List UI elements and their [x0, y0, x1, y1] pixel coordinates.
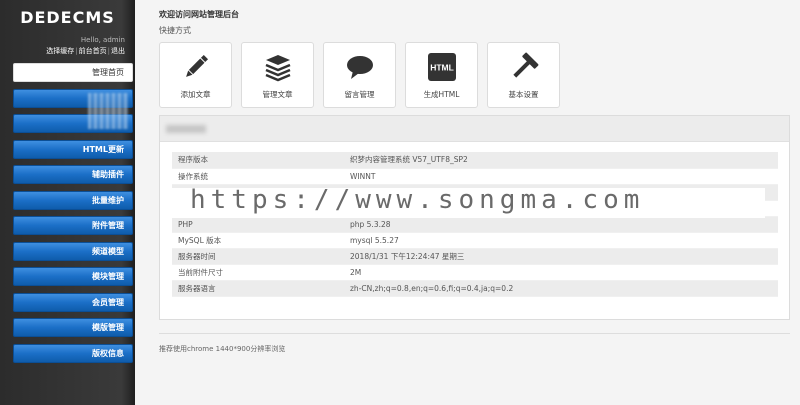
html-icon-text: HTML: [430, 63, 454, 73]
table-row: 操作系统 WINNT: [172, 168, 778, 185]
page-title: 欢迎访问网站管理后台: [159, 10, 239, 19]
info-value: WINNT: [344, 168, 778, 185]
blurred-header-text: [166, 125, 206, 133]
greeting: Hello, admin: [80, 36, 125, 44]
shortcut-messages[interactable]: 留言管理: [323, 42, 396, 108]
shortcut-generate-html[interactable]: HTML 生成HTML: [405, 42, 478, 108]
info-key: 程序版本: [172, 152, 344, 169]
sidebar: DEDECMS Hello, admin 选择缓存|前台首页|退出 管理首页 H…: [0, 0, 135, 405]
menu-item-attachments[interactable]: 附件管理: [13, 216, 133, 235]
info-key: 服务器语言: [172, 280, 344, 297]
info-key: 服务器时间: [172, 248, 344, 265]
info-key: 操作系统: [172, 168, 344, 185]
shortcut-label: 管理文章: [262, 90, 293, 99]
table-row: MySQL 版本 mysql 5.5.27: [172, 232, 778, 249]
menu-item-templates[interactable]: 模版管理: [13, 318, 133, 337]
menu-item-html-update[interactable]: HTML更新: [13, 139, 133, 159]
link-separator: |: [75, 47, 78, 55]
shortcut-label: 留言管理: [344, 90, 375, 99]
info-value: mysql 5.5.27: [344, 232, 778, 249]
speech-bubble-icon: [324, 53, 395, 81]
select-cache-link[interactable]: 选择缓存: [46, 47, 74, 55]
menu-item-members[interactable]: 会员管理: [13, 292, 133, 312]
blur-overlay: [88, 93, 128, 129]
info-key: MySQL 版本: [172, 232, 344, 249]
menu-item-batch[interactable]: 批量维护: [13, 190, 133, 210]
shortcut-manage-articles[interactable]: 管理文章: [241, 42, 314, 108]
shortcut-add-article[interactable]: 添加文章: [159, 42, 232, 108]
hammer-icon: [488, 52, 559, 81]
logo: DEDECMS: [20, 8, 115, 27]
logout-link[interactable]: 退出: [111, 47, 125, 55]
papers-icon: [242, 53, 313, 82]
footer-note: 推荐使用chrome 1440*900分辨率浏览: [159, 345, 286, 353]
pencil-icon: [160, 53, 231, 81]
menu-item-plugins[interactable]: 辅助插件: [13, 165, 133, 184]
table-row: 服务器时间 2018/1/31 下午12:24:47 星期三: [172, 248, 778, 265]
info-key: PHP: [172, 216, 344, 233]
table-row: 服务器语言 zh-CN,zh;q=0.8,en;q=0.6,fi;q=0.4,ja…: [172, 280, 778, 297]
panel-header: [160, 116, 789, 142]
divider: [159, 333, 790, 334]
shortcut-settings[interactable]: 基本设置: [487, 42, 560, 108]
system-info-table: 程序版本 织梦内容管理系统 V57_UTF8_SP2 操作系统 WINNT PHP p…: [172, 152, 778, 297]
info-key: 当前附件尺寸: [172, 264, 344, 281]
info-value: 织梦内容管理系统 V57_UTF8_SP2: [344, 152, 778, 169]
table-row: 当前附件尺寸 2M: [172, 264, 778, 281]
link-separator: |: [107, 47, 110, 55]
info-value: 2018/1/31 下午12:24:47 星期三: [344, 248, 778, 265]
menu-item-home[interactable]: 管理首页: [13, 63, 133, 82]
html-icon: HTML: [406, 53, 477, 81]
shortcuts-title: 快捷方式: [159, 26, 191, 35]
shortcut-label: 生成HTML: [423, 90, 460, 99]
menu-item-modules[interactable]: 模块管理: [13, 267, 133, 286]
shortcut-label: 添加文章: [180, 90, 211, 99]
menu-item-channel-model[interactable]: 频道模型: [13, 241, 133, 261]
watermark: https://www.songma.com: [190, 185, 645, 215]
top-links: 选择缓存|前台首页|退出: [46, 46, 125, 56]
info-value: zh-CN,zh;q=0.8,en;q=0.6,fi;q=0.4,ja;q=0.…: [344, 280, 778, 297]
table-row: 程序版本 织梦内容管理系统 V57_UTF8_SP2: [172, 152, 778, 169]
shortcut-label: 基本设置: [508, 90, 539, 99]
table-row: PHP php 5.3.28: [172, 216, 778, 233]
frontpage-link[interactable]: 前台首页: [79, 47, 107, 55]
main-content: 欢迎访问网站管理后台 快捷方式 添加文章 管理文章 留言管理 HTML 生成HT…: [135, 0, 800, 405]
info-value: 2M: [344, 264, 778, 281]
info-value: php 5.3.28: [344, 216, 778, 233]
menu-item-copyright[interactable]: 版权信息: [13, 343, 133, 363]
